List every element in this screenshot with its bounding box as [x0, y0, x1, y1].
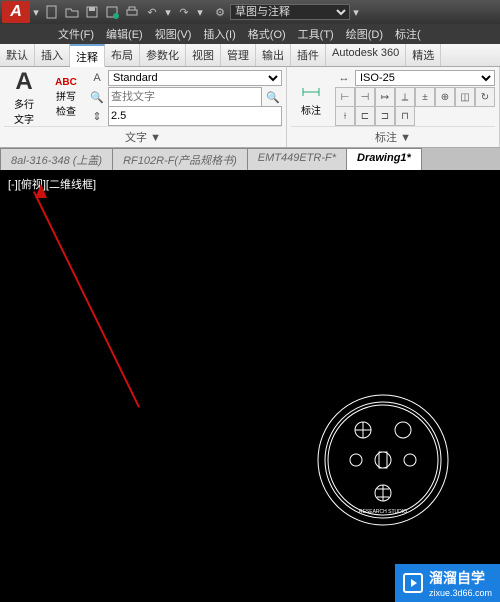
workspace-select[interactable]: 草图与注释	[230, 4, 350, 20]
find-text-input[interactable]	[108, 87, 262, 107]
redo-icon[interactable]: ↷	[176, 4, 192, 20]
dimtool1-icon[interactable]: ⟊	[335, 106, 355, 126]
print-icon[interactable]	[124, 4, 140, 20]
dim-tools-upper: ⊢ ⊣ ↦ ⟂ ± ⊕ ◫ ↻	[335, 88, 495, 106]
spellcheck-button[interactable]: ABC 拼写 检查	[48, 69, 84, 125]
dimspace-icon[interactable]: ⊣	[355, 87, 375, 107]
textheight-icon[interactable]: ⇕	[88, 107, 106, 125]
panel-text: A 多行 文字 ABC 拼写 检查 A Standard 🔍 🔍 ⇕	[0, 67, 287, 147]
doc-tab-1[interactable]: 8al-316-348 (上盖)	[0, 148, 113, 170]
menu-annotate[interactable]: 标注(	[389, 26, 427, 42]
ribbon-tabs: 默认 插入 注释 布局 参数化 视图 管理 输出 插件 Autodesk 360…	[0, 44, 500, 67]
tab-layout[interactable]: 布局	[105, 44, 140, 66]
menu-file[interactable]: 文件(F)	[52, 26, 100, 42]
tab-featured[interactable]: 精选	[406, 44, 441, 66]
document-tabs: 8al-316-348 (上盖) RF102R-F(产品规格书) EMT449E…	[0, 148, 500, 170]
undo-drop-icon[interactable]: ▾	[162, 6, 174, 19]
save-icon[interactable]	[84, 4, 100, 20]
menu-tools[interactable]: 工具(T)	[292, 26, 340, 42]
redo-drop-icon[interactable]: ▾	[194, 6, 206, 19]
menu-insert[interactable]: 插入(I)	[197, 26, 241, 42]
watermark-brand: 溜溜自学	[429, 568, 492, 588]
menu-edit[interactable]: 编辑(E)	[100, 26, 149, 42]
dimupdate-icon[interactable]: ↻	[475, 87, 495, 107]
find-icon[interactable]: 🔍	[88, 88, 106, 106]
tab-output[interactable]: 输出	[256, 44, 291, 66]
dimension-icon	[299, 78, 323, 102]
dimbaseline-icon[interactable]: ⟂	[395, 87, 415, 107]
menu-bar: 文件(F) 编辑(E) 视图(V) 插入(I) 格式(O) 工具(T) 绘图(D…	[0, 24, 500, 44]
watermark-badge: 溜溜自学 zixue.3d66.com	[395, 564, 500, 602]
doc-tab-2[interactable]: RF102R-F(产品规格书)	[112, 148, 248, 170]
textstyle-icon[interactable]: A	[88, 69, 106, 87]
dimtool4-icon[interactable]: ⊓	[395, 106, 415, 126]
saveas-icon[interactable]	[104, 4, 120, 20]
dimtool2-icon[interactable]: ⊏	[355, 106, 375, 126]
tab-param[interactable]: 参数化	[140, 44, 186, 66]
undo-icon[interactable]: ↶	[144, 4, 160, 20]
tab-addins[interactable]: 插件	[291, 44, 326, 66]
dimtool3-icon[interactable]: ⊐	[375, 106, 395, 126]
dimstyle-icon[interactable]: ↔	[335, 69, 353, 87]
dimcontinue-icon[interactable]: ↦	[375, 87, 395, 107]
dimbreak-icon[interactable]: ⊢	[335, 87, 355, 107]
workspace-gear-icon[interactable]: ⚙	[212, 4, 228, 20]
spell-label: 拼写 检查	[56, 88, 76, 118]
tab-annotate[interactable]: 注释	[70, 44, 105, 67]
quick-access-toolbar: A ▾ ↶ ▾ ↷ ▾ ⚙ 草图与注释 ▾	[0, 0, 500, 24]
text-style-select[interactable]: Standard	[108, 70, 282, 86]
new-icon[interactable]	[44, 4, 60, 20]
mtext-button[interactable]: A 多行 文字	[4, 69, 44, 125]
tab-manage[interactable]: 管理	[221, 44, 256, 66]
dim-style-select[interactable]: ISO-25	[355, 70, 495, 86]
annotation-arrow	[33, 191, 140, 408]
dimension-button[interactable]: 标注	[291, 69, 331, 125]
panel-dimension: 标注 ↔ ISO-25 ⊢ ⊣ ↦ ⟂ ± ⊕ ◫ ↻ ⟊	[287, 67, 500, 147]
dimension-label: 标注	[301, 102, 321, 117]
mtext-label: 多行 文字	[14, 96, 34, 126]
find-go-icon[interactable]: 🔍	[264, 88, 282, 106]
tab-insert[interactable]: 插入	[35, 44, 70, 66]
drawing-flange: RESEARCH STUDIO	[308, 385, 458, 535]
play-icon	[403, 573, 423, 593]
doc-tab-4[interactable]: Drawing1*	[346, 148, 422, 170]
diminspect-icon[interactable]: ◫	[455, 87, 475, 107]
svg-text:RESEARCH STUDIO: RESEARCH STUDIO	[359, 509, 407, 515]
tab-view[interactable]: 视图	[186, 44, 221, 66]
panel-text-title[interactable]: 文字 ▼	[4, 126, 282, 145]
dim-tools-lower: ⟊ ⊏ ⊐ ⊓	[335, 107, 495, 125]
watermark-url: zixue.3d66.com	[429, 588, 492, 598]
tab-a360[interactable]: Autodesk 360	[326, 44, 406, 66]
menu-draw[interactable]: 绘图(D)	[340, 26, 389, 42]
menu-view[interactable]: 视图(V)	[149, 26, 198, 42]
panel-dim-title[interactable]: 标注 ▼	[291, 126, 495, 145]
drawing-canvas[interactable]: [-][俯视][二维线框] RESEARCH STUDIO 溜溜自学 zix	[0, 170, 500, 602]
dimtol-icon[interactable]: ±	[415, 87, 435, 107]
open-icon[interactable]	[64, 4, 80, 20]
abc-icon: ABC	[55, 77, 77, 88]
viewport-label[interactable]: [-][俯视][二维线框]	[8, 176, 96, 192]
app-logo[interactable]: A	[2, 1, 30, 23]
qat-overflow-icon[interactable]: ▾	[350, 6, 362, 19]
menu-format[interactable]: 格式(O)	[242, 26, 292, 42]
ribbon: A 多行 文字 ABC 拼写 检查 A Standard 🔍 🔍 ⇕	[0, 67, 500, 148]
text-height-input[interactable]	[108, 106, 282, 126]
tab-default[interactable]: 默认	[0, 44, 35, 66]
dimcenter-icon[interactable]: ⊕	[435, 87, 455, 107]
doc-tab-3[interactable]: EMT449ETR-F*	[247, 148, 347, 170]
app-menu-dropdown-icon[interactable]: ▾	[30, 6, 42, 19]
annotation-arrow-head	[35, 184, 47, 198]
